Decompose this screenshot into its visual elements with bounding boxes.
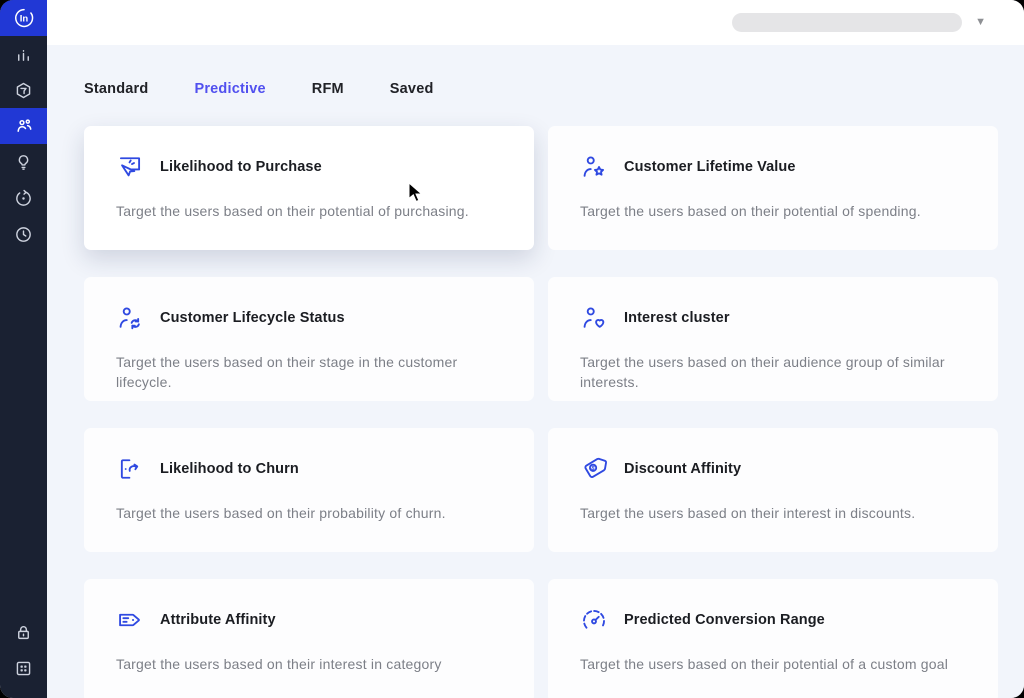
card-title: Likelihood to Purchase [160,159,322,175]
sidebar-item-ideas[interactable] [0,144,47,180]
card-discount-affinity[interactable]: $ Discount Affinity Target the users bas… [548,428,998,552]
sidebar-item-apps[interactable] [0,650,47,686]
history-clock-icon [14,225,33,244]
top-header: ▼ [47,0,1024,45]
card-predicted-conversion-range[interactable]: Predicted Conversion Range Target the us… [548,579,998,698]
person-heart-icon [580,304,608,332]
sidebar-item-analytics[interactable] [0,36,47,72]
apps-grid-icon [14,659,33,678]
tab-rfm[interactable]: RFM [312,81,344,97]
hexagon-funnel-icon [14,81,33,100]
discount-tag-icon: $ [580,455,608,483]
exit-arrow-icon [116,455,144,483]
click-purchase-icon [116,153,144,181]
card-title: Attribute Affinity [160,612,276,628]
sidebar-item-audience[interactable] [0,108,47,144]
sidebar-item-journeys[interactable] [0,180,47,216]
card-title: Customer Lifecycle Status [160,310,345,326]
card-description: Target the users based on their probabil… [116,504,502,524]
sidebar-item-products[interactable] [0,72,47,108]
content-area: Standard Predictive RFM Saved Likelihood… [47,45,1024,698]
bar-chart-icon [14,45,33,64]
card-likelihood-to-churn[interactable]: Likelihood to Churn Target the users bas… [84,428,534,552]
account-pill[interactable] [732,13,962,32]
attribute-tag-icon [116,606,144,634]
sidebar-item-history[interactable] [0,216,47,252]
tab-saved[interactable]: Saved [390,81,434,97]
sidebar-item-privacy[interactable] [0,614,47,650]
card-title: Predicted Conversion Range [624,612,825,628]
card-title: Discount Affinity [624,461,741,477]
card-description: Target the users based on their potentia… [580,655,966,675]
insider-logo[interactable]: In [0,0,47,36]
card-description: Target the users based on their interest… [580,504,966,524]
card-header: Likelihood to Purchase [116,153,502,181]
svg-text:In: In [19,13,28,24]
card-header: $ Discount Affinity [580,455,966,483]
person-cycle-icon [116,304,144,332]
card-description: Target the users based on their stage in… [116,353,502,393]
insider-logo-icon: In [13,7,35,29]
card-description: Target the users based on their potentia… [580,202,966,222]
card-header: Attribute Affinity [116,606,502,634]
lightbulb-icon [14,153,33,172]
tab-bar: Standard Predictive RFM Saved [84,81,998,97]
main-area: ▼ Standard Predictive RFM Saved [47,0,1024,698]
person-star-icon [580,153,608,181]
card-likelihood-to-purchase[interactable]: Likelihood to Purchase Target the users … [84,126,534,250]
audience-icon [14,116,34,136]
tab-standard[interactable]: Standard [84,81,148,97]
gauge-icon [580,606,608,634]
app-window: In [0,0,1024,698]
sidebar-spacer [0,252,47,614]
card-title: Customer Lifetime Value [624,159,796,175]
card-title: Likelihood to Churn [160,461,299,477]
card-header: Customer Lifetime Value [580,153,966,181]
segment-card-grid: Likelihood to Purchase Target the users … [84,126,998,698]
sidebar: In [0,0,47,698]
tab-predictive[interactable]: Predictive [194,81,265,97]
chevron-down-icon[interactable]: ▼ [975,17,986,28]
card-customer-lifecycle-status[interactable]: Customer Lifecycle Status Target the use… [84,277,534,401]
card-header: Customer Lifecycle Status [116,304,502,332]
card-interest-cluster[interactable]: Interest cluster Target the users based … [548,277,998,401]
card-description: Target the users based on their audience… [580,353,966,393]
lock-icon [14,623,33,642]
card-header: Interest cluster [580,304,966,332]
card-title: Interest cluster [624,310,730,326]
card-header: Likelihood to Churn [116,455,502,483]
journey-target-icon [14,189,33,208]
card-description: Target the users based on their interest… [116,655,502,675]
card-description: Target the users based on their potentia… [116,202,502,222]
sidebar-footer [0,614,47,698]
card-customer-lifetime-value[interactable]: Customer Lifetime Value Target the users… [548,126,998,250]
card-header: Predicted Conversion Range [580,606,966,634]
card-attribute-affinity[interactable]: Attribute Affinity Target the users base… [84,579,534,698]
